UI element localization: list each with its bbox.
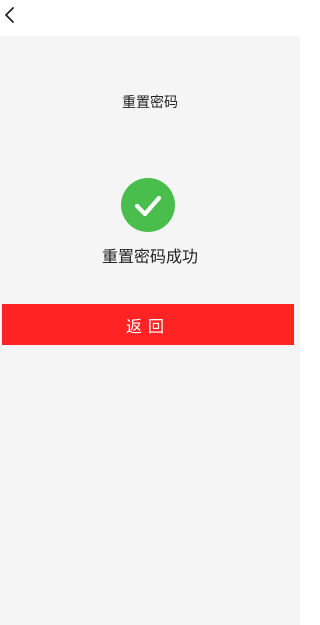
back-button[interactable]: [0, 4, 22, 26]
page-title: 重置密码: [122, 95, 178, 111]
chevron-left-icon: [0, 4, 22, 26]
top-navigation-bar: [0, 0, 300, 36]
success-message: 重置密码成功: [101, 247, 198, 266]
reset-password-success-screen: 重置密码 重置密码成功 返回: [0, 0, 300, 625]
content-area: 重置密码 重置密码成功 返回: [0, 36, 300, 625]
check-icon: [131, 188, 165, 222]
return-button[interactable]: 返回: [2, 304, 294, 345]
success-check-badge: [121, 178, 175, 232]
